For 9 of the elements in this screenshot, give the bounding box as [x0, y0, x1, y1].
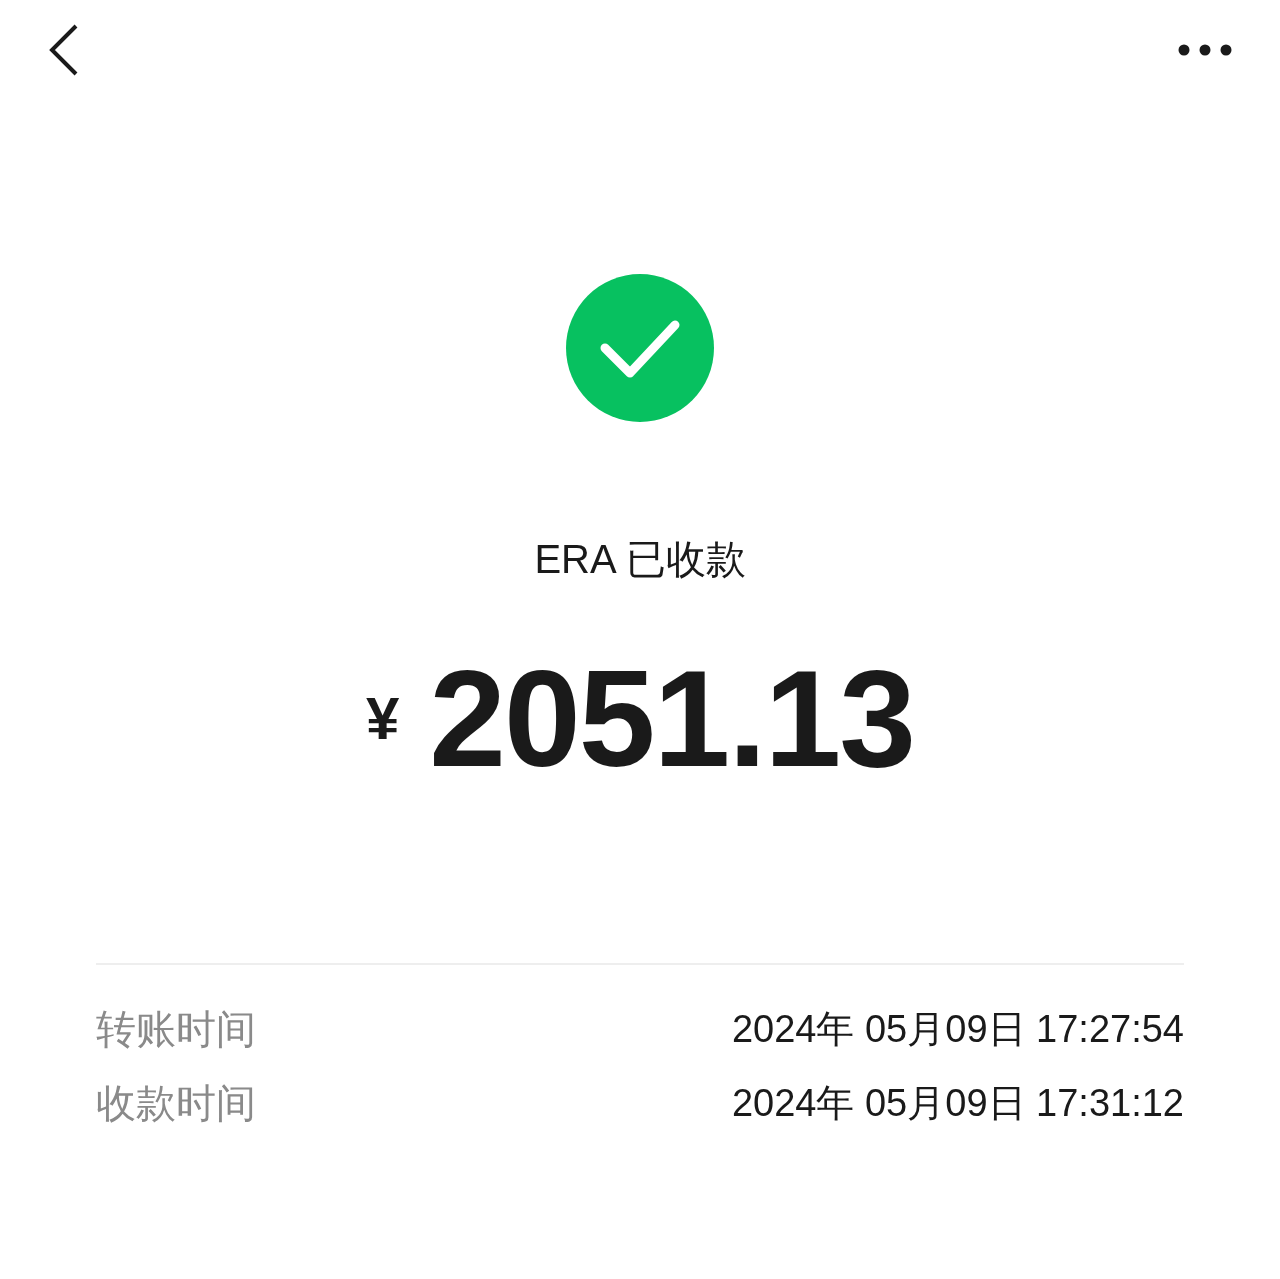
- detail-label: 转账时间: [96, 1006, 256, 1053]
- currency-symbol: ¥: [365, 683, 400, 753]
- amount: 2051.13: [429, 643, 915, 793]
- detail-value: 2024年 05月09日 17:27:54: [731, 1007, 1184, 1052]
- detail-value: 2024年 05月09日 17:31:12: [731, 1081, 1184, 1126]
- more-icon[interactable]: [1178, 44, 1232, 56]
- status-title: ERA 已收款: [534, 536, 746, 583]
- detail-label: 收款时间: [96, 1080, 256, 1127]
- success-check-icon: [565, 273, 715, 423]
